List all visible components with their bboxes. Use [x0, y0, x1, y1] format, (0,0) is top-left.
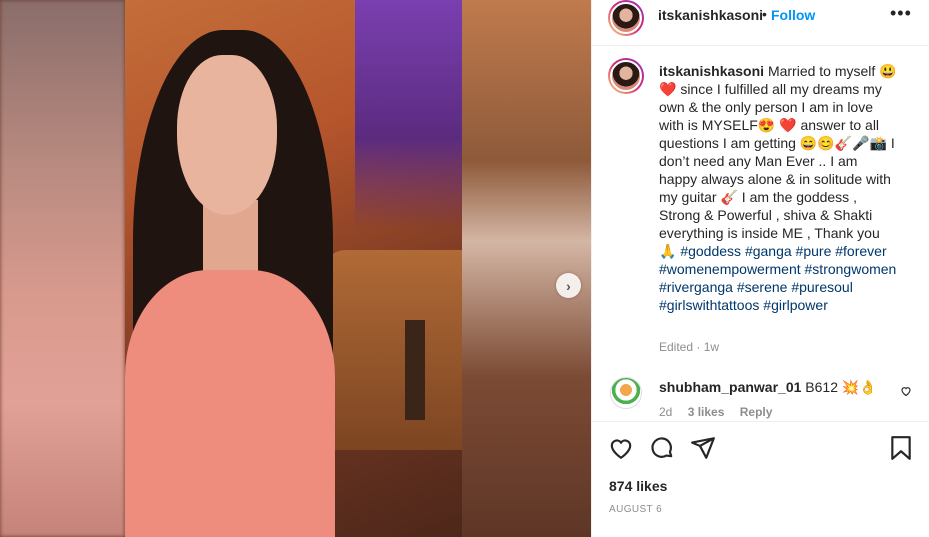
edited-label: Edited	[659, 340, 694, 354]
comment-like-icon[interactable]	[900, 385, 912, 397]
caption-meta: Edited · 1w	[659, 340, 720, 354]
comment-text: B612 💥👌	[805, 379, 877, 395]
comment-meta: 2d 3 likes Reply	[659, 405, 784, 419]
caption-time[interactable]: 1w	[704, 340, 719, 354]
media-blur-right	[462, 0, 591, 537]
hashtag-link[interactable]: #puresoul	[791, 279, 853, 295]
heart-icon[interactable]	[608, 435, 634, 461]
photo-top	[125, 270, 335, 537]
likes-count[interactable]: 874 likes	[609, 478, 667, 494]
photo-sofa	[325, 250, 462, 450]
commenter-avatar[interactable]	[610, 377, 642, 409]
hashtag-link[interactable]: #strongwomen	[805, 261, 897, 277]
post-photo[interactable]	[125, 0, 462, 537]
hashtag-link[interactable]: #riverganga	[659, 279, 733, 295]
caption-hashtags: #goddess #ganga #pure #forever #womenemp…	[659, 243, 896, 313]
photo-face	[177, 55, 277, 215]
comment-reply-button[interactable]: Reply	[740, 405, 773, 419]
follow-button[interactable]: Follow	[771, 7, 815, 23]
photo-background-wall	[355, 0, 462, 230]
post-actions: 874 likes AUGUST 6	[592, 421, 929, 537]
save-icon[interactable]	[890, 435, 912, 461]
photo-guitar	[405, 320, 425, 420]
post-sidebar: itskanishkasoni • Follow ••• itskanishka…	[591, 0, 929, 537]
hashtag-link[interactable]: #serene	[737, 279, 788, 295]
more-options-icon[interactable]: •••	[890, 3, 912, 24]
hashtag-link[interactable]: #goddess	[680, 243, 741, 259]
hashtag-link[interactable]: #womenempowerment	[659, 261, 801, 277]
hashtag-link[interactable]: #ganga	[745, 243, 792, 259]
commenter-username[interactable]: shubham_panwar_01	[659, 379, 801, 395]
post-date[interactable]: AUGUST 6	[609, 504, 662, 515]
hashtag-link[interactable]: #forever	[835, 243, 886, 259]
caption-text: Married to myself 😃❤️ since I fulfilled …	[659, 63, 897, 259]
chevron-right-icon: ›	[566, 277, 571, 294]
caption-avatar[interactable]	[608, 58, 644, 94]
post-header: itskanishkasoni • Follow •••	[592, 0, 929, 46]
comment-time[interactable]: 2d	[659, 405, 672, 419]
share-icon[interactable]	[690, 435, 716, 461]
caption-username[interactable]: itskanishkasoni	[659, 63, 764, 79]
separator-dot: •	[762, 6, 767, 22]
author-username[interactable]: itskanishkasoni	[658, 7, 763, 23]
comment-icon[interactable]	[649, 435, 675, 461]
comment: shubham_panwar_01 B612 💥👌	[659, 379, 877, 396]
media-blur-left	[0, 0, 125, 537]
post-caption: itskanishkasoni Married to myself 😃❤️ si…	[659, 62, 899, 314]
next-slide-button[interactable]: ›	[556, 273, 581, 298]
hashtag-link[interactable]: #girlpower	[763, 297, 828, 313]
hashtag-link[interactable]: #pure	[796, 243, 832, 259]
comment-likes[interactable]: 3 likes	[688, 405, 725, 419]
post-media: ›	[0, 0, 591, 537]
hashtag-link[interactable]: #girlswithtattoos	[659, 297, 759, 313]
author-avatar[interactable]	[608, 0, 644, 36]
